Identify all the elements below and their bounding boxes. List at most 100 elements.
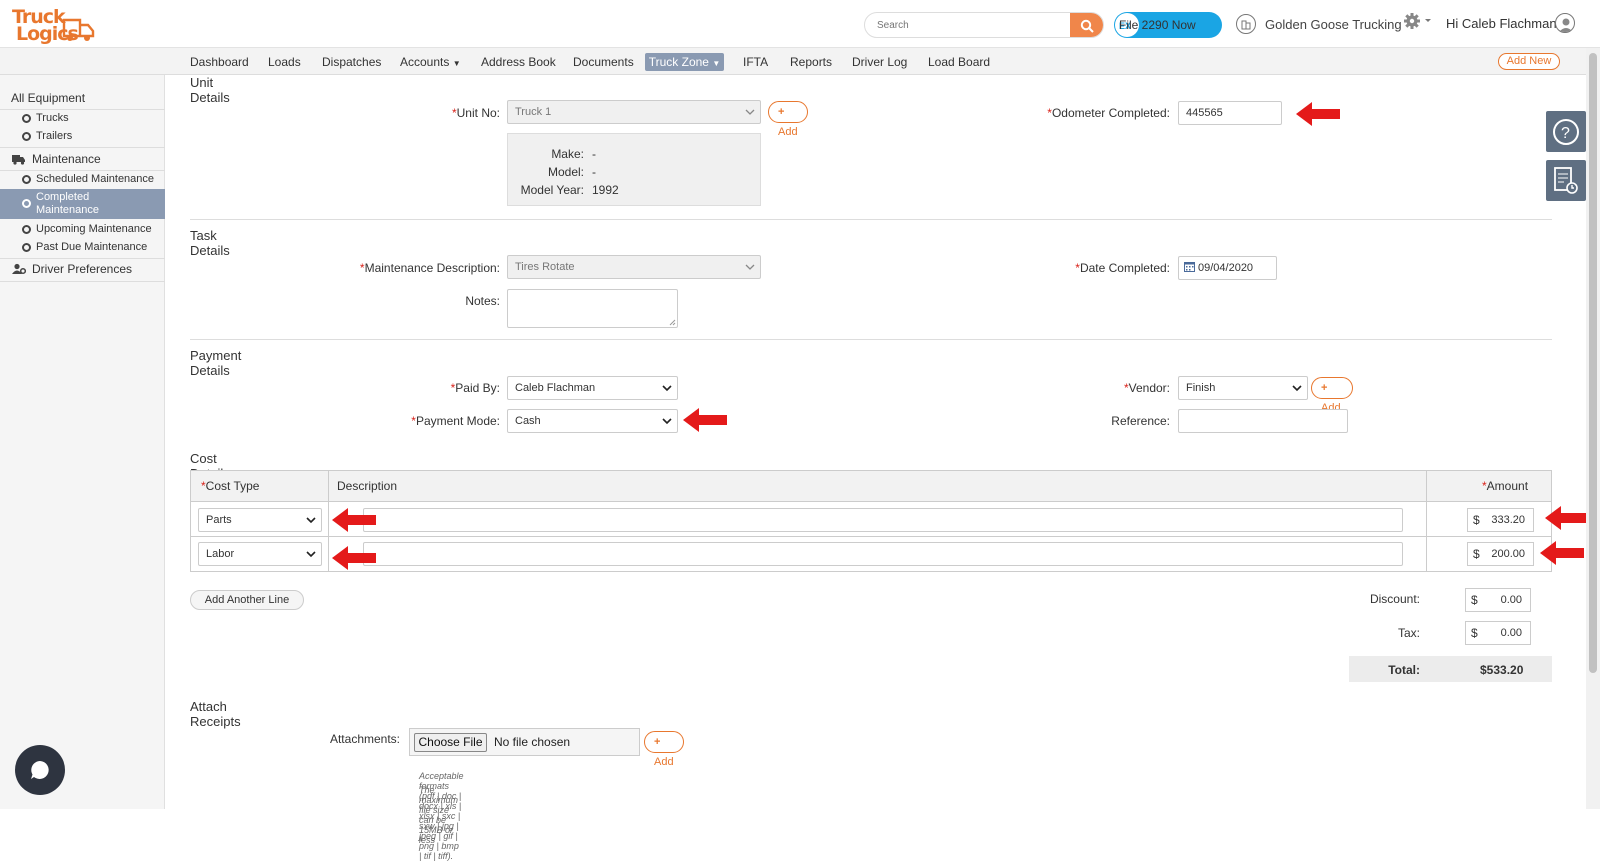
selected-value: Parts — [206, 514, 232, 526]
maintenance-description-select[interactable]: Tires Rotate — [507, 255, 761, 279]
label-line1: Completed — [36, 191, 90, 203]
amount-input[interactable]: $ 200.00 — [1467, 542, 1534, 566]
divider — [191, 536, 1551, 537]
reference-label: Reference: — [1111, 414, 1170, 428]
divider — [0, 147, 165, 148]
gear-icon — [1404, 13, 1420, 29]
file-input[interactable]: Choose File No file chosen — [409, 728, 640, 756]
red-arrow-icon — [1296, 102, 1340, 126]
sidebar-all-equipment[interactable]: All Equipment — [11, 91, 85, 105]
choose-file-button[interactable]: Choose File — [414, 733, 487, 752]
notes-textarea[interactable] — [507, 289, 678, 328]
nav-loads[interactable]: Loads — [268, 55, 301, 69]
page-scrollbar[interactable] — [1586, 48, 1600, 809]
add-unit-button[interactable]: + Add — [768, 101, 808, 138]
currency-symbol: $ — [1471, 593, 1478, 607]
date-completed-input[interactable]: 09/04/2020 — [1178, 256, 1277, 280]
label-text: Paid By: — [455, 381, 500, 395]
search-input[interactable] — [877, 17, 1067, 33]
odometer-input[interactable]: 445565 — [1178, 101, 1282, 125]
chat-widget-button[interactable] — [15, 745, 65, 795]
red-arrow-icon — [1540, 541, 1584, 565]
add-attachment-button[interactable]: + Add — [644, 731, 684, 768]
sidebar-item-label: Trucks — [36, 112, 69, 124]
discount-input[interactable]: $ 0.00 — [1465, 588, 1531, 612]
nav-reports[interactable]: Reports — [790, 55, 832, 69]
nav-ifta[interactable]: IFTA — [743, 55, 768, 69]
red-arrow-icon — [332, 546, 376, 570]
nav-accounts[interactable]: Accounts ▼ — [400, 55, 461, 69]
model-year-value: 1992 — [592, 183, 619, 197]
cost-type-select[interactable]: Parts — [198, 508, 322, 532]
sidebar-item-scheduled-maintenance[interactable]: Scheduled Maintenance — [22, 173, 154, 185]
description-input[interactable] — [363, 542, 1403, 566]
sidebar-item-completed-maintenance[interactable]: Completed Maintenance — [0, 189, 165, 219]
max-size-note: The maximum file size can be 15MB or les… — [419, 785, 459, 845]
plus-icon: + — [778, 106, 785, 118]
user-avatar-icon[interactable] — [1555, 13, 1575, 33]
company-switcher[interactable]: Golden Goose Trucking — [1236, 14, 1402, 34]
amount-input[interactable]: $ 333.20 — [1467, 508, 1534, 532]
sidebar-item-trailers[interactable]: Trailers — [22, 130, 72, 142]
sidebar-item-maintenance[interactable]: Maintenance — [12, 152, 101, 166]
nav-dashboard[interactable]: Dashboard — [190, 55, 249, 69]
activity-log-button[interactable] — [1546, 160, 1586, 201]
reference-input[interactable] — [1178, 409, 1348, 433]
sidebar-item-label: Completed Maintenance — [36, 191, 99, 217]
sidebar-item-past-due-maintenance[interactable]: Past Due Maintenance — [22, 241, 147, 253]
sidebar-item-upcoming-maintenance[interactable]: Upcoming Maintenance — [22, 223, 152, 235]
cost-type-select[interactable]: Labor — [198, 542, 322, 566]
caret-down-icon: ▼ — [452, 59, 461, 68]
tax-input[interactable]: $ 0.00 — [1465, 621, 1531, 645]
col-description: Description — [337, 479, 398, 493]
model-value: - — [592, 165, 596, 179]
attachments-label: Attachments: — [329, 732, 400, 746]
red-arrow-icon — [683, 408, 727, 432]
label-text: Payment Mode: — [415, 414, 500, 428]
calendar-icon[interactable] — [1184, 261, 1195, 272]
add-another-line-button[interactable]: Add Another Line — [190, 590, 304, 610]
tax-value: 0.00 — [1500, 627, 1522, 639]
truck-logics-logo[interactable]: Truck Logics — [10, 8, 95, 46]
total-label: Total: — [1388, 663, 1420, 677]
sidebar-item-label: Driver Preferences — [32, 262, 133, 276]
red-arrow-icon — [332, 508, 376, 532]
sidebar-item-label: Past Due Maintenance — [36, 241, 148, 253]
cost-table: *Cost Type Description *Amount Parts $ 3… — [190, 470, 1552, 572]
red-arrow-icon — [1545, 506, 1589, 530]
vendor-select[interactable]: Finish — [1178, 376, 1308, 400]
paid-by-select[interactable]: Caleb Flachman — [507, 376, 678, 400]
scrollbar-thumb[interactable] — [1589, 53, 1597, 673]
help-button[interactable]: ? — [1546, 111, 1586, 152]
add-vendor-button[interactable]: + Add New — [1311, 377, 1353, 434]
unit-no-select[interactable]: Truck 1 — [507, 100, 761, 124]
add-new-button[interactable]: Add New — [1498, 53, 1560, 70]
user-greeting[interactable]: Hi Caleb Flachman — [1446, 16, 1557, 31]
divider — [0, 170, 165, 171]
make-value: - — [592, 147, 596, 161]
file-2290-button[interactable]: EX File 2290 Now — [1114, 12, 1222, 38]
sidebar-item-driver-preferences[interactable]: Driver Preferences — [12, 262, 132, 276]
chat-bubble-icon — [31, 761, 49, 779]
search-button[interactable] — [1070, 13, 1103, 37]
section-unit-details: Unit Details — [190, 75, 230, 105]
vendor-label: *Vendor: — [1070, 381, 1170, 395]
sidebar-item-trucks[interactable]: Trucks — [22, 112, 69, 124]
nav-truck-zone[interactable]: Truck Zone ▼ — [645, 53, 724, 71]
payment-mode-select[interactable]: Cash — [507, 409, 678, 433]
resize-handle-icon[interactable] — [669, 319, 676, 326]
nav-driver-log[interactable]: Driver Log — [852, 55, 907, 69]
description-input[interactable] — [363, 508, 1403, 532]
nav-address-book[interactable]: Address Book — [481, 55, 556, 69]
tax-label: Tax: — [1397, 626, 1420, 640]
unit-no-label: *Unit No: — [400, 106, 500, 120]
header-text: Cost Type — [205, 479, 260, 493]
nav-documents[interactable]: Documents — [573, 55, 634, 69]
circle-icon — [22, 242, 31, 252]
odometer-label: *Odometer Completed: — [980, 106, 1170, 120]
col-cost-type: *Cost Type — [201, 479, 259, 493]
settings-menu[interactable] — [1403, 12, 1432, 30]
nav-dispatches[interactable]: Dispatches — [322, 55, 381, 69]
svg-text:?: ? — [1561, 125, 1570, 142]
nav-load-board[interactable]: Load Board — [928, 55, 990, 69]
